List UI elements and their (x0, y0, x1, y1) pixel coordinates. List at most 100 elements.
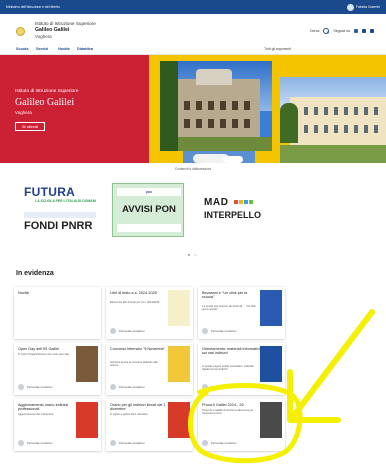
author-avatar-icon (110, 384, 116, 390)
card-title[interactable]: Prova Il Galilei 2024 - 26 (202, 403, 260, 407)
news-card[interactable]: Orientamento: materiali informativi sui … (198, 343, 285, 395)
all-topics-link[interactable]: Tutti gli argomenti (264, 47, 291, 51)
card-author: Personale scolastico (119, 385, 145, 389)
card-title[interactable]: Concorso letterario "Il Novembe" (110, 347, 168, 351)
mad-subtitle: INTERPELLO (204, 210, 262, 220)
news-card[interactable]: Aggiornamento orario indirizzi professio… (14, 399, 101, 451)
card-description: In vigore a partire dal 1 dicembre (110, 413, 148, 416)
main-nav: Scuola Servizi Novità Didattica Tutti gl… (0, 44, 386, 55)
mad-square-icon (244, 200, 248, 204)
author-avatar-icon (18, 384, 24, 390)
card-thumbnail (168, 290, 190, 326)
card-thumbnail (76, 402, 98, 438)
card-title[interactable]: Bevaanni e "Un click per la scuola" (202, 291, 260, 300)
news-card[interactable]: Prova Il Galilei 2024 - 26 Scopri le mod… (198, 399, 285, 451)
pon-banner[interactable]: pon AVVISI PON (112, 183, 184, 237)
mad-square-icon (249, 200, 253, 204)
instagram-icon[interactable] (370, 29, 374, 33)
card-description: In queste pagine potete consultare i mat… (202, 365, 254, 372)
futura-title: FUTURA (24, 185, 76, 199)
author-avatar-icon (202, 328, 208, 334)
news-card[interactable]: Novità (14, 287, 101, 339)
author-avatar-icon (110, 440, 116, 446)
card-thumbnail (76, 346, 98, 382)
card-description: Aggiornamento dal 1 dicembre (18, 413, 54, 416)
user-avatar-icon (346, 3, 354, 11)
mad-title: MAD (204, 197, 229, 208)
nav-item-servizi[interactable]: Servizi (36, 47, 48, 51)
mad-banner[interactable]: MAD INTERPELLO (196, 183, 268, 237)
hero-subtitle: Istituto di Istruzione Superiore (15, 89, 79, 94)
pon-logo-strip-bottom (117, 224, 181, 232)
mad-square-icon (239, 200, 243, 204)
sky-photo (183, 151, 255, 163)
card-author: Personale scolastico (27, 441, 53, 445)
carousel-dots[interactable]: ● ○ (0, 252, 386, 257)
card-author: Personale scolastico (119, 441, 145, 445)
hero-city: Voghera (15, 110, 32, 115)
news-card[interactable]: Libri di testo a.s. 2024-2025 Elenco dei… (106, 287, 193, 339)
card-author: Personale scolastico (27, 385, 53, 389)
villa-photo (280, 77, 386, 163)
author-avatar-icon (202, 440, 208, 446)
card-thumbnail (260, 346, 282, 382)
pon-title: AVVISI PON (122, 204, 176, 215)
hero-panel: Istituto di Istruzione Superiore Galileo… (0, 55, 149, 163)
school-building-photo (160, 61, 272, 151)
news-card[interactable]: Open Day dell'IIS Galilei Ti invito l'Or… (14, 343, 101, 395)
pon-logo-strip: pon (117, 188, 181, 196)
header-tools: Cerca Seguici su (310, 28, 374, 34)
site-header: Istituto di Istruzione Superiore Galileo… (0, 14, 386, 44)
card-thumbnail (260, 290, 282, 326)
card-author: Personale scolastico (211, 385, 237, 389)
user-menu[interactable]: Fabiola Guerrini (346, 3, 380, 11)
user-name: Fabiola Guerrini (355, 5, 380, 9)
news-card[interactable]: Bevaanni e "Un click per la scuola" La s… (198, 287, 285, 339)
hero-title: Galileo Galilei (15, 97, 75, 108)
nav-item-scuola[interactable]: Scuola (16, 47, 28, 51)
card-thumbnail (168, 346, 190, 382)
banners-label: Contenuti e dirittureazioni (174, 167, 212, 171)
card-title[interactable]: Open Day dell'IIS Galilei (18, 347, 76, 351)
card-description: Ti invito l'Organizzazione dei nostri op… (18, 353, 70, 356)
futura-banner[interactable]: FUTURA LA SCUOLA PER L'ITALIA DI DOMANI … (20, 183, 100, 237)
card-title[interactable]: Aggiornamento orario indirizzi professio… (18, 403, 76, 412)
search-label[interactable]: Cerca (310, 29, 320, 33)
banner-carousel: Contenuti e dirittureazioni FUTURA LA SC… (0, 163, 386, 261)
arrow-shaft (289, 309, 375, 421)
futura-logos (24, 212, 96, 218)
card-author: Personale scolastico (211, 441, 237, 445)
futura-pnrr: FONDI PNRR (24, 220, 93, 232)
school-logo-icon[interactable] (16, 27, 25, 36)
ministry-label[interactable]: Ministero dell'Istruzione e del Merito (6, 5, 60, 9)
nav-item-didattica[interactable]: Didattica (77, 47, 93, 51)
card-description: Iscrizioni aperte al concorso dedicato a… (110, 361, 158, 368)
author-avatar-icon (202, 384, 208, 390)
news-card[interactable]: Concorso letterario "Il Novembe" Iscrizi… (106, 343, 193, 395)
school-name[interactable]: Galileo Galilei (35, 27, 69, 33)
futura-subtitle: LA SCUOLA PER L'ITALIA DI DOMANI (35, 199, 96, 203)
card-thumbnail (168, 402, 190, 438)
search-icon[interactable] (323, 28, 330, 34)
hero-button[interactable]: Gli allievati (15, 122, 45, 131)
card-description: Elenco dei libri di testo per l'a.s. 202… (110, 301, 160, 304)
ministry-topbar: Ministero dell'Istruzione e del Merito F… (0, 0, 386, 14)
card-title[interactable]: Novità (18, 291, 29, 295)
youtube-icon[interactable] (362, 29, 366, 33)
follow-label: Seguici su (333, 29, 350, 33)
author-avatar-icon (18, 440, 24, 446)
card-author: Personale scolastico (211, 329, 237, 333)
news-card[interactable]: Orario per gli indirizzi liceali dal 1 d… (106, 399, 193, 451)
school-city: Voghera (35, 34, 52, 39)
nav-item-novita[interactable]: Novità (58, 47, 70, 51)
card-title[interactable]: Libri di testo a.s. 2024-2025 (110, 291, 168, 295)
section-title: In evidenza (16, 270, 54, 277)
card-title[interactable]: Orientamento: materiali informativi sui … (202, 347, 260, 356)
arrow-head (287, 369, 341, 423)
card-description: Scopri le modalità di iscrizione alla pr… (202, 409, 254, 416)
facebook-icon[interactable] (354, 29, 358, 33)
card-author: Personale scolastico (119, 329, 145, 333)
card-title[interactable]: Orario per gli indirizzi liceali dal 1 d… (110, 403, 168, 412)
mad-square-icon (234, 200, 238, 204)
author-avatar-icon (110, 328, 116, 334)
